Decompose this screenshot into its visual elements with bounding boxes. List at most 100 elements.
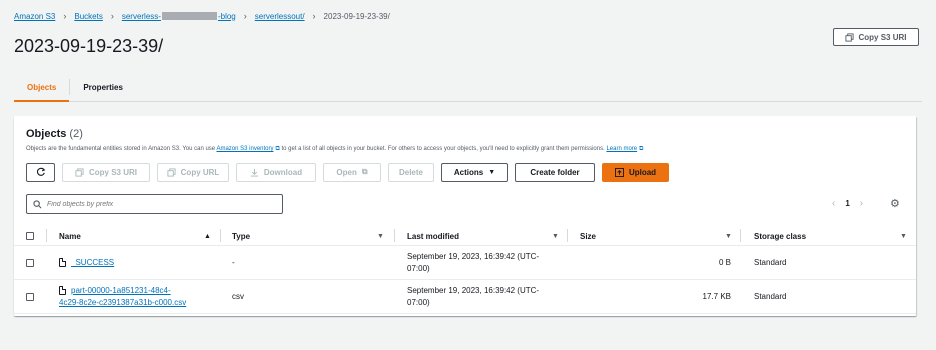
column-separator [46, 229, 47, 242]
refresh-button[interactable] [26, 162, 55, 182]
s3-inventory-link[interactable]: Amazon S3 inventory [216, 146, 273, 152]
object-size: 17.7 KB [702, 292, 731, 301]
table-header: Name ▲ Type ▼ Last modified ▼ Size ▼ Sto… [14, 226, 916, 246]
description-start: Objects are the fundamental entities sto… [26, 146, 216, 152]
column-type-label: Type [232, 231, 251, 241]
column-header-name[interactable]: Name ▲ [59, 226, 219, 246]
breadcrumb-folder[interactable]: serverlessout/ [255, 12, 305, 21]
create-folder-button[interactable]: Create folder [515, 162, 595, 182]
column-separator[interactable] [740, 229, 741, 242]
row-checkbox[interactable] [26, 259, 34, 267]
last-modified-line1: September 19, 2023, 16:39:42 (UTC- [407, 252, 540, 261]
gear-icon[interactable]: ⚙ [890, 197, 900, 210]
copy-s3-uri-button[interactable]: Copy S3 URI [62, 162, 150, 182]
object-name-cell: _SUCCESS [59, 258, 114, 267]
sort-icon: ▼ [900, 232, 907, 240]
tab-bar: Objects Properties [14, 74, 922, 102]
chevron-right-icon: › [63, 11, 67, 21]
objects-description: Objects are the fundamental entities sto… [26, 146, 643, 153]
object-name-cell: part-00000-1a851231-48c4- 4c29-8c2e-c239… [59, 285, 186, 309]
open-label: Open [336, 167, 357, 177]
objects-panel: Objects (2) Objects are the fundamental … [14, 116, 916, 316]
sort-icon: ▼ [552, 232, 559, 240]
search-input[interactable] [47, 200, 267, 208]
column-separator[interactable] [567, 229, 568, 242]
chevron-right-icon: › [312, 11, 316, 21]
search-icon [33, 199, 42, 208]
upload-label: Upload [628, 167, 657, 177]
file-icon [59, 286, 66, 295]
create-folder-label: Create folder [530, 167, 580, 177]
last-modified-line1: September 19, 2023, 16:39:42 (UTC- [407, 286, 540, 295]
chevron-right-icon: › [110, 11, 114, 21]
sort-icon: ▼ [725, 232, 732, 240]
column-header-storage-class[interactable]: Storage class ▼ [754, 226, 909, 246]
copy-icon [845, 32, 855, 42]
object-name-wrap: part-00000-1a851231-48c4- 4c29-8c2e-c239… [59, 285, 186, 309]
current-page[interactable]: 1 [845, 199, 849, 208]
column-separator[interactable] [220, 229, 221, 242]
breadcrumb: Amazon S3 › Buckets › serverless- -blog ›… [14, 10, 390, 22]
objects-panel-title: Objects (2) [26, 128, 83, 140]
sort-icon: ▼ [377, 232, 384, 240]
object-name-link[interactable]: _SUCCESS [71, 258, 114, 267]
copy-url-button[interactable]: Copy URL [157, 162, 229, 182]
breadcrumb-amazon-s3[interactable]: Amazon S3 [14, 12, 55, 21]
table-row: part-00000-1a851231-48c4- 4c29-8c2e-c239… [14, 281, 916, 314]
column-header-type[interactable]: Type ▼ [232, 226, 387, 246]
objects-count: (2) [69, 128, 83, 140]
select-all-checkbox[interactable] [26, 232, 34, 240]
copy-icon [75, 167, 84, 177]
breadcrumb-bucket[interactable]: serverless- -blog [122, 12, 236, 21]
row-checkbox-cell [26, 293, 34, 301]
column-separator[interactable] [394, 229, 395, 242]
tab-objects[interactable]: Objects [14, 74, 70, 102]
table-row: _SUCCESS - September 19, 2023, 16:39:42 … [14, 247, 916, 280]
refresh-icon [36, 167, 45, 176]
pagination: ‹ 1 › [832, 198, 863, 209]
copy-s3-uri-label: Copy S3 URI [858, 32, 907, 42]
breadcrumb-buckets[interactable]: Buckets [74, 12, 102, 21]
search-box[interactable] [26, 194, 283, 214]
object-size: 0 B [718, 258, 731, 267]
delete-label: Delete [398, 167, 423, 177]
download-icon [250, 168, 258, 177]
row-checkbox[interactable] [26, 293, 34, 301]
bucket-name-prefix: serverless- [121, 11, 161, 21]
caret-down-icon: ▼ [488, 168, 496, 176]
external-link-icon: ⧉ [275, 146, 280, 152]
upload-button[interactable]: Upload [602, 162, 669, 182]
column-name-label: Name [59, 231, 81, 241]
delete-button[interactable]: Delete [388, 162, 434, 182]
download-label: Download [263, 167, 303, 177]
actions-label: Actions [453, 167, 484, 177]
object-name-link[interactable]: part-00000-1a851231-48c4- [71, 285, 186, 297]
last-modified-line2: 07:00) [407, 264, 430, 273]
open-button[interactable]: Open ⧉ [323, 162, 381, 182]
external-link-icon: ⧉ [639, 146, 644, 152]
tab-properties[interactable]: Properties [70, 74, 136, 101]
action-toolbar: Copy S3 URI Copy URL Download Open ⧉ Del… [26, 162, 676, 182]
actions-dropdown-button[interactable]: Actions ▼ [441, 162, 508, 182]
learn-more-link[interactable]: Learn more [606, 146, 637, 152]
copy-s3-uri-label: Copy S3 URI [88, 167, 137, 177]
row-checkbox-cell [26, 259, 34, 267]
external-link-icon: ⧉ [361, 167, 368, 176]
breadcrumb-current: 2023-09-19-23-39/ [323, 11, 390, 21]
column-storage-class-label: Storage class [754, 231, 807, 241]
column-size-label: Size [580, 231, 597, 241]
column-header-size[interactable]: Size ▼ [580, 226, 735, 246]
copy-url-label: Copy URL [180, 167, 220, 177]
object-name-link-line2[interactable]: 4c29-8c2e-c2391387a31b-c000.csv [59, 297, 186, 309]
copy-s3-uri-header-button[interactable]: Copy S3 URI [833, 28, 919, 46]
previous-page-icon[interactable]: ‹ [832, 198, 835, 209]
column-last-modified-label: Last modified [407, 231, 460, 241]
object-type: - [232, 258, 235, 267]
column-header-last-modified[interactable]: Last modified ▼ [407, 226, 562, 246]
objects-title: Objects [26, 128, 67, 140]
download-button[interactable]: Download [236, 162, 316, 182]
next-page-icon[interactable]: › [860, 198, 863, 209]
object-storage-class: Standard [754, 258, 787, 267]
object-last-modified: September 19, 2023, 16:39:42 (UTC- 07:00… [407, 251, 539, 275]
description-mid: to get a list of all objects in your buc… [281, 146, 605, 152]
